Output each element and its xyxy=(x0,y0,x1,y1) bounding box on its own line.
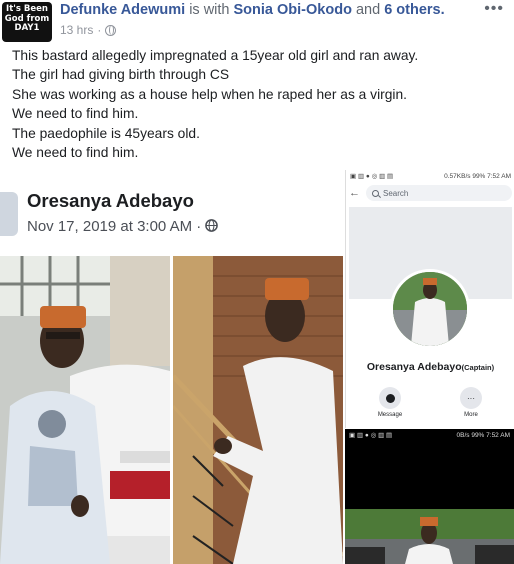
photo-profile-screenshots[interactable]: ▣ ▥ ● ◎ ▥ ▤ 0.57KB/s 99% 7:52 AM ← Searc… xyxy=(345,170,514,564)
meta-separator: · xyxy=(97,23,102,37)
post-line: The girl had giving birth through CS xyxy=(12,67,230,83)
phone-search-placeholder: Search xyxy=(383,188,409,198)
phone-search-box: Search xyxy=(366,185,512,201)
phone-status-bar: ▣ ▥ ● ◎ ▥ ▤ 0.57KB/s 99% 7:52 AM xyxy=(346,170,514,182)
phone-status-bar: ▣ ▥ ● ◎ ▥ ▤ 0B/s 99% 7:52 AM xyxy=(345,429,514,441)
post-header: It's Been God from DAY1 Defunke Adewumi … xyxy=(0,0,514,44)
more-dots-icon[interactable]: ••• xyxy=(484,0,504,18)
messenger-icon xyxy=(379,387,401,409)
profile-name: Oresanya Adebayo xyxy=(366,361,462,373)
photo-man-by-car xyxy=(0,256,170,564)
message-action: Message xyxy=(370,387,410,418)
post-time[interactable]: 13 hrs xyxy=(60,23,93,37)
photo-man-on-stairs-image xyxy=(173,256,343,564)
more-action: ··· More xyxy=(451,387,491,418)
post-line: The paedophile is 45years old. xyxy=(12,125,200,141)
post-line: This bastard allegedly impregnated a 15y… xyxy=(12,48,419,63)
screenshot-post-date: Nov 17, 2019 at 3:00 AM · xyxy=(27,218,219,235)
search-icon xyxy=(372,189,379,197)
avatar[interactable]: It's Been God from DAY1 xyxy=(2,2,52,42)
post-author-line: Defunke Adewumi is with Sonia Obi-Okodo … xyxy=(60,2,445,18)
phone-photo xyxy=(345,509,514,564)
post-line: We need to find him. xyxy=(12,106,139,122)
screenshot-author-name: Oresanya Adebayo xyxy=(27,190,194,211)
phone-photo-image xyxy=(345,509,514,564)
is-with-text: is with xyxy=(189,2,230,18)
tagged-others[interactable]: 6 others. xyxy=(384,2,444,18)
profile-name-text: Oresanya Adebayo(Captain) xyxy=(346,361,514,373)
photo-man-by-car-image xyxy=(0,256,170,564)
and-text: and xyxy=(355,2,381,18)
message-action-label: Message xyxy=(377,412,403,418)
more-icon: ··· xyxy=(460,387,482,409)
tagged-person[interactable]: Sonia Obi-Okodo xyxy=(234,2,352,18)
status-right: 0B/s 99% 7:52 AM xyxy=(456,431,510,439)
post-meta: 13 hrs · xyxy=(60,23,117,37)
globe-icon[interactable] xyxy=(105,24,117,36)
post-line: She was working as a house help when he … xyxy=(12,86,407,102)
back-arrow-icon: ← xyxy=(349,187,360,199)
author-name[interactable]: Defunke Adewumi xyxy=(60,2,185,18)
post-line: We need to find him. xyxy=(12,145,139,161)
phone-profile-screenshot: ▣ ▥ ● ◎ ▥ ▤ 0.57KB/s 99% 7:52 AM ← Searc… xyxy=(345,170,514,428)
status-icons: ▣ ▥ ● ◎ ▥ ▤ xyxy=(349,432,393,439)
photo-screenshot-post[interactable]: Oresanya Adebayo Nov 17, 2019 at 3:00 AM… xyxy=(0,170,343,564)
post-text: This bastard allegedly impregnated a 15y… xyxy=(12,46,502,162)
more-action-label: More xyxy=(464,412,478,418)
profile-name-suffix: (Captain) xyxy=(461,363,495,372)
phone-photo-screenshot: ▣ ▥ ● ◎ ▥ ▤ 0B/s 99% 7:52 AM xyxy=(345,429,514,564)
status-icons: ▣ ▥ ● ◎ ▥ ▤ xyxy=(350,173,394,180)
profile-picture xyxy=(390,269,470,349)
screenshot-post-header: Oresanya Adebayo Nov 17, 2019 at 3:00 AM… xyxy=(0,170,343,256)
photo-man-on-stairs xyxy=(173,256,343,564)
screenshot-date-sep: · xyxy=(196,218,202,235)
screenshot-date-text: Nov 17, 2019 at 3:00 AM xyxy=(27,218,193,235)
photo-grid: Oresanya Adebayo Nov 17, 2019 at 3:00 AM… xyxy=(0,170,514,564)
screenshot-avatar xyxy=(0,192,18,236)
globe-icon xyxy=(205,219,219,232)
status-right: 0.57KB/s 99% 7:52 AM xyxy=(444,172,511,180)
profile-picture-image xyxy=(393,272,467,346)
phone-search-row: ← Search xyxy=(349,185,512,201)
